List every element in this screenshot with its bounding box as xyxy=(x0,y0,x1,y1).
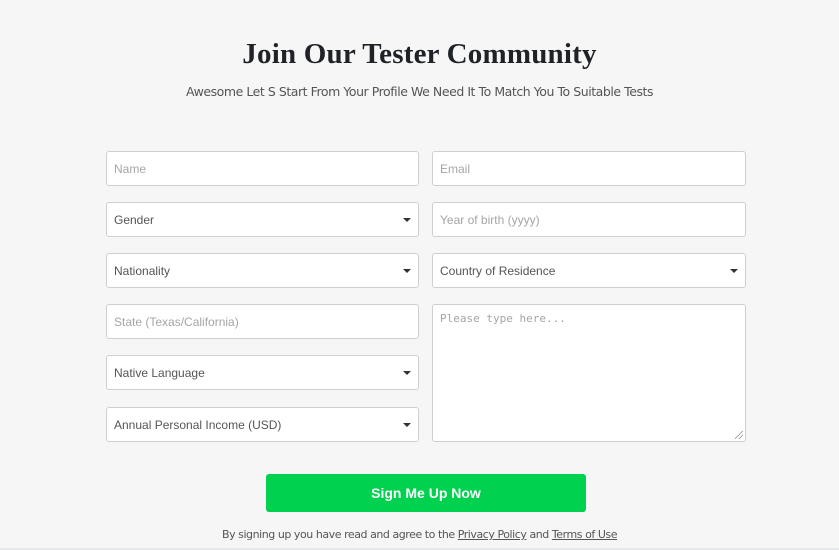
comments-textarea[interactable]: Please type here... xyxy=(432,304,746,442)
year-of-birth-placeholder: Year of birth (yyyy) xyxy=(440,212,540,227)
comments-placeholder: Please type here... xyxy=(440,312,566,325)
annual-income-select[interactable]: Annual Personal Income (USD) xyxy=(106,407,419,442)
resize-handle-icon[interactable] xyxy=(735,431,743,439)
country-of-residence-selected-value: Country of Residence xyxy=(440,263,556,278)
gender-select[interactable]: Gender xyxy=(106,202,419,237)
nationality-selected-value: Nationality xyxy=(114,263,171,278)
chevron-down-icon xyxy=(403,371,411,375)
chevron-down-icon xyxy=(403,423,411,427)
terms-notice: By signing up you have read and agree to… xyxy=(0,528,839,541)
sign-up-button[interactable]: Sign Me Up Now xyxy=(266,474,586,512)
chevron-down-icon xyxy=(730,269,738,273)
chevron-down-icon xyxy=(403,218,411,222)
country-of-residence-select[interactable]: Country of Residence xyxy=(432,253,746,288)
name-input[interactable]: Name xyxy=(106,151,419,186)
name-placeholder: Name xyxy=(114,161,147,176)
privacy-policy-link[interactable]: Privacy Policy xyxy=(458,528,527,541)
terms-of-use-link[interactable]: Terms of Use xyxy=(552,528,618,541)
page-title: Join Our Tester Community xyxy=(242,38,597,70)
state-placeholder: State (Texas/California) xyxy=(114,314,239,329)
email-placeholder: Email xyxy=(440,161,471,176)
page-subtitle: Awesome Let S Start From Your Profile We… xyxy=(185,84,654,99)
terms-prefix: By signing up you have read and agree to… xyxy=(221,528,458,541)
nationality-select[interactable]: Nationality xyxy=(106,253,419,288)
annual-income-selected-value: Annual Personal Income (USD) xyxy=(114,417,282,432)
year-of-birth-input[interactable]: Year of birth (yyyy) xyxy=(432,202,746,237)
chevron-down-icon xyxy=(403,269,411,273)
terms-conjunction: and xyxy=(526,528,552,541)
gender-selected-value: Gender xyxy=(114,212,155,227)
state-input[interactable]: State (Texas/California) xyxy=(106,304,419,339)
native-language-select[interactable]: Native Language xyxy=(106,355,419,390)
native-language-selected-value: Native Language xyxy=(114,365,205,380)
email-input[interactable]: Email xyxy=(432,151,746,186)
